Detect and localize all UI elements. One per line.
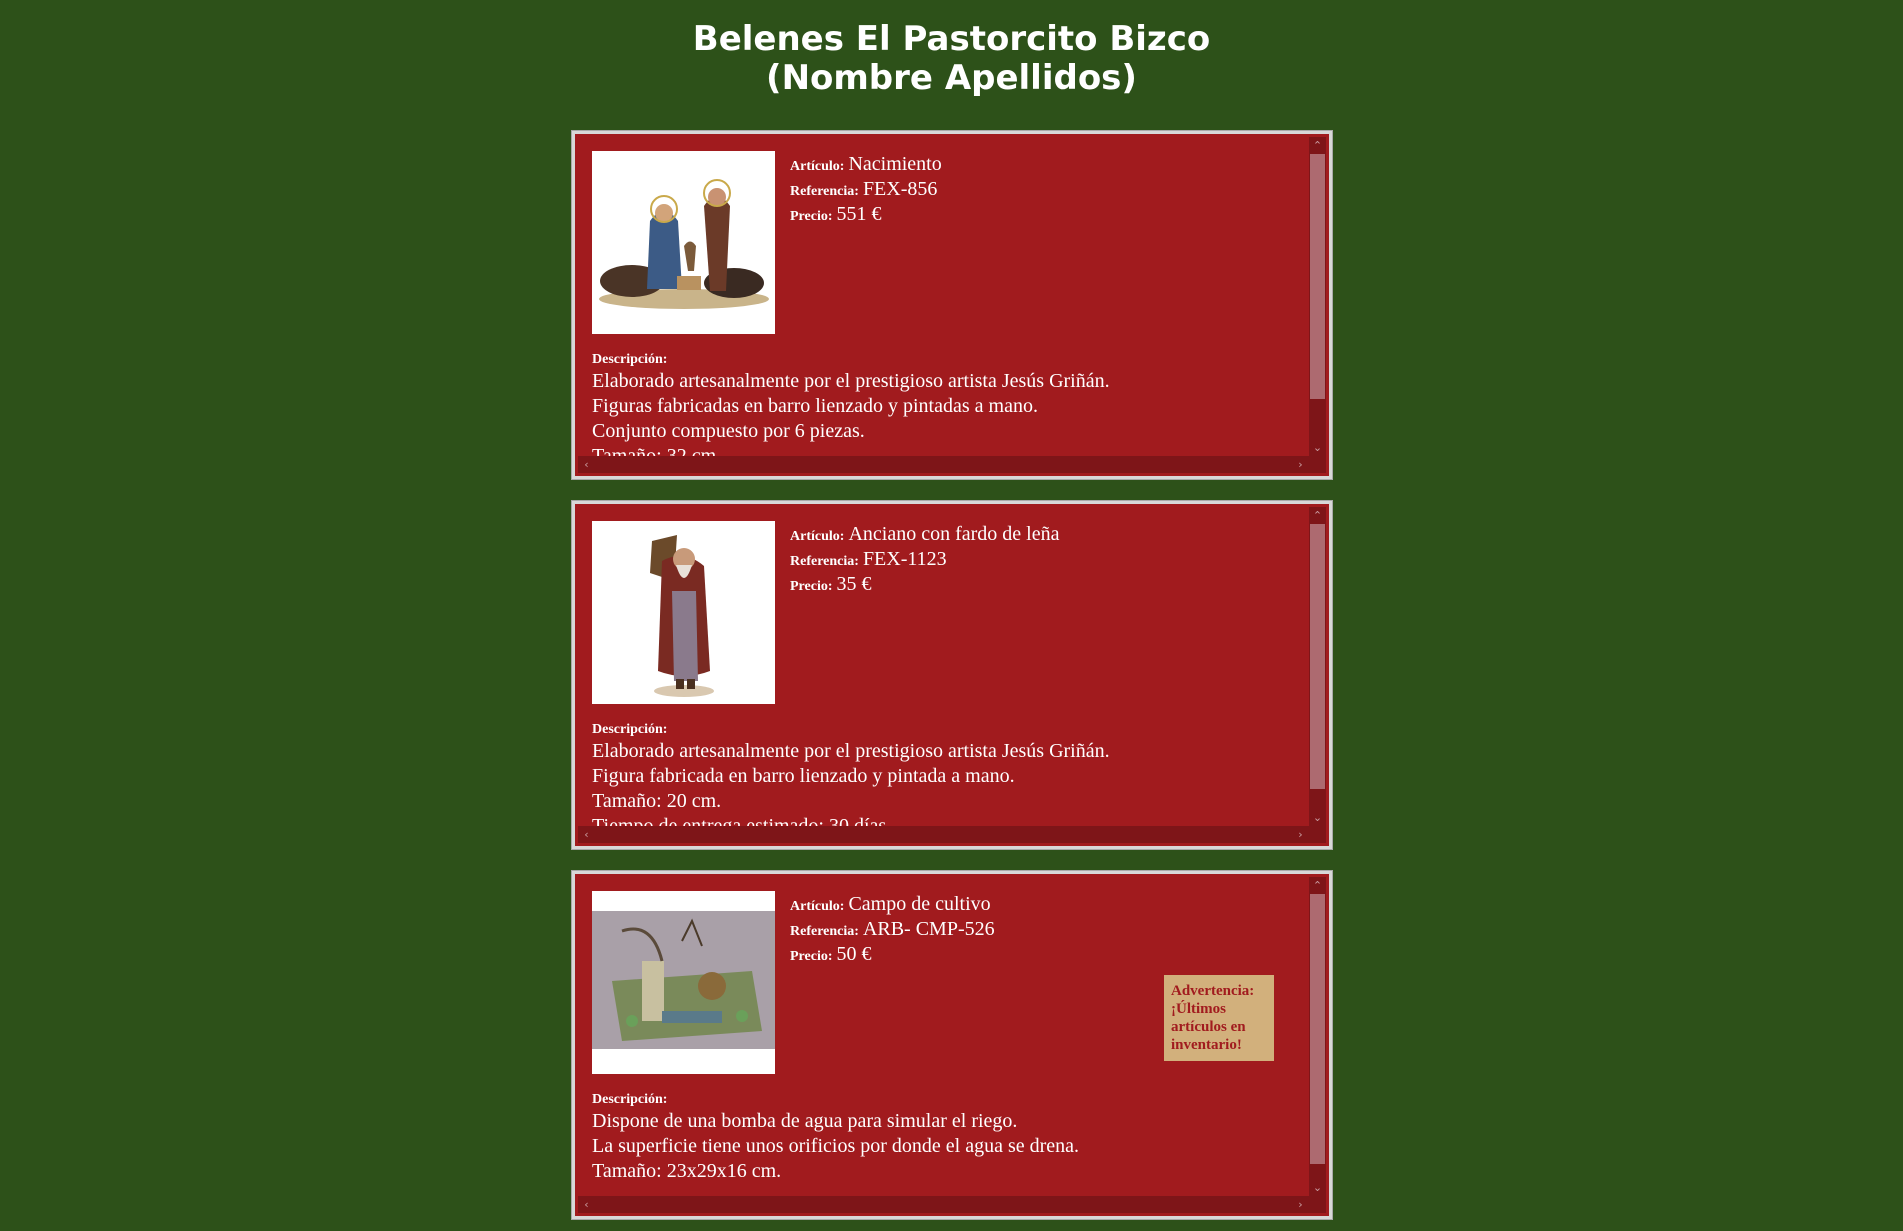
horizontal-scrollbar[interactable]: ‹ ›	[578, 826, 1309, 843]
scrollbar-thumb[interactable]	[1310, 524, 1325, 789]
description-line: Conjunto compuesto por 6 piezas.	[592, 420, 865, 442]
article-row: Artículo: Nacimiento	[790, 152, 942, 177]
product-details: Artículo: Campo de cultivo Referencia: A…	[790, 892, 995, 967]
price-value: 50 €	[836, 943, 872, 965]
scroll-left-arrow-icon[interactable]: ‹	[578, 826, 595, 843]
description-block: Descripción: Dispone de una bomba de agu…	[592, 1091, 1079, 1184]
description-line: Figuras fabricadas en barro lienzado y p…	[592, 395, 1038, 417]
scroll-down-arrow-icon[interactable]: ⌄	[1309, 439, 1326, 456]
scroll-down-arrow-icon[interactable]: ⌄	[1309, 1179, 1326, 1196]
description-block: Descripción: Elaborado artesanalmente po…	[592, 351, 1110, 469]
price-label: Precio:	[790, 949, 833, 964]
description-label: Descripción:	[592, 1092, 668, 1107]
article-label: Artículo:	[790, 899, 845, 914]
scroll-right-arrow-icon[interactable]: ›	[1292, 826, 1309, 843]
reference-row: Referencia: FEX-1123	[790, 547, 1059, 572]
description-line: Tamaño: 20 cm.	[592, 790, 722, 812]
reference-value: FEX-856	[862, 178, 938, 200]
product-details: Artículo: Anciano con fardo de leña Refe…	[790, 522, 1059, 597]
horizontal-scrollbar[interactable]: ‹ ›	[578, 1196, 1309, 1213]
price-row: Precio: 35 €	[790, 572, 1059, 597]
description-line: La superficie tiene unos orificios por d…	[592, 1135, 1080, 1157]
crop-field-diorama-photo	[592, 891, 775, 1074]
description-label: Descripción:	[592, 722, 668, 737]
reference-label: Referencia:	[790, 554, 859, 569]
description-line: Elaborado artesanalmente por el prestigi…	[592, 740, 1110, 762]
price-value: 551 €	[836, 203, 882, 225]
page-title: Belenes El Pastorcito Bizco (Nombre Apel…	[0, 0, 1903, 98]
scroll-left-arrow-icon[interactable]: ‹	[578, 456, 595, 473]
article-label: Artículo:	[790, 159, 845, 174]
article-row: Artículo: Campo de cultivo	[790, 892, 995, 917]
product-card-nacimiento[interactable]: Artículo: Nacimiento Referencia: FEX-856…	[571, 130, 1333, 480]
price-row: Precio: 50 €	[790, 942, 995, 967]
scroll-left-arrow-icon[interactable]: ‹	[578, 1196, 595, 1213]
scroll-up-arrow-icon[interactable]: ⌃	[1309, 507, 1326, 524]
price-value: 35 €	[836, 573, 872, 595]
description-line: Figura fabricada en barro lienzado y pin…	[592, 765, 1015, 787]
description-line: Dispone de una bomba de agua para simula…	[592, 1110, 1018, 1132]
product-card-scroll-area[interactable]: Artículo: Campo de cultivo Referencia: A…	[578, 877, 1326, 1213]
horizontal-scrollbar[interactable]: ‹ ›	[578, 456, 1309, 473]
product-card-anciano[interactable]: Artículo: Anciano con fardo de leña Refe…	[571, 500, 1333, 850]
description-label: Descripción:	[592, 352, 668, 367]
old-man-figure-photo	[592, 521, 775, 704]
warning-label: Advertencia:	[1171, 983, 1255, 999]
price-label: Precio:	[790, 209, 833, 224]
reference-label: Referencia:	[790, 184, 859, 199]
stock-warning-box: Advertencia: ¡Últimos artículos en inven…	[1164, 975, 1274, 1061]
vertical-scrollbar[interactable]: ⌃ ⌄	[1309, 137, 1326, 456]
price-row: Precio: 551 €	[790, 202, 942, 227]
reference-label: Referencia:	[790, 924, 859, 939]
scrollbar-thumb[interactable]	[1310, 894, 1325, 1164]
reference-row: Referencia: ARB- CMP-526	[790, 917, 995, 942]
article-value: Nacimiento	[848, 153, 942, 175]
scroll-right-arrow-icon[interactable]: ›	[1292, 1196, 1309, 1213]
price-label: Precio:	[790, 579, 833, 594]
article-label: Artículo:	[790, 529, 845, 544]
product-details: Artículo: Nacimiento Referencia: FEX-856…	[790, 152, 942, 227]
vertical-scrollbar[interactable]: ⌃ ⌄	[1309, 507, 1326, 826]
scrollbar-corner	[1309, 456, 1326, 473]
product-card-campo[interactable]: Artículo: Campo de cultivo Referencia: A…	[571, 870, 1333, 1220]
article-value: Campo de cultivo	[848, 893, 991, 915]
vertical-scrollbar[interactable]: ⌃ ⌄	[1309, 877, 1326, 1196]
product-card-scroll-area[interactable]: Artículo: Anciano con fardo de leña Refe…	[578, 507, 1326, 843]
reference-row: Referencia: FEX-856	[790, 177, 942, 202]
warning-text: ¡Últimos artículos en inventario!	[1171, 1001, 1246, 1053]
scrollbar-corner	[1309, 1196, 1326, 1213]
description-line: Tamaño: 23x29x16 cm.	[592, 1160, 782, 1182]
reference-value: FEX-1123	[862, 548, 947, 570]
scroll-up-arrow-icon[interactable]: ⌃	[1309, 877, 1326, 894]
nativity-figures-photo	[592, 151, 775, 334]
scrollbar-thumb[interactable]	[1310, 154, 1325, 399]
article-value: Anciano con fardo de leña	[848, 523, 1060, 545]
scroll-right-arrow-icon[interactable]: ›	[1292, 456, 1309, 473]
scroll-down-arrow-icon[interactable]: ⌄	[1309, 809, 1326, 826]
description-line: Elaborado artesanalmente por el prestigi…	[592, 370, 1110, 392]
description-block: Descripción: Elaborado artesanalmente po…	[592, 721, 1110, 839]
page-title-line-1: Belenes El Pastorcito Bizco	[692, 19, 1211, 59]
product-card-scroll-area[interactable]: Artículo: Nacimiento Referencia: FEX-856…	[578, 137, 1326, 473]
scrollbar-corner	[1309, 826, 1326, 843]
reference-value: ARB- CMP-526	[862, 918, 995, 940]
article-row: Artículo: Anciano con fardo de leña	[790, 522, 1059, 547]
page-title-line-2: (Nombre Apellidos)	[766, 58, 1137, 98]
scroll-up-arrow-icon[interactable]: ⌃	[1309, 137, 1326, 154]
